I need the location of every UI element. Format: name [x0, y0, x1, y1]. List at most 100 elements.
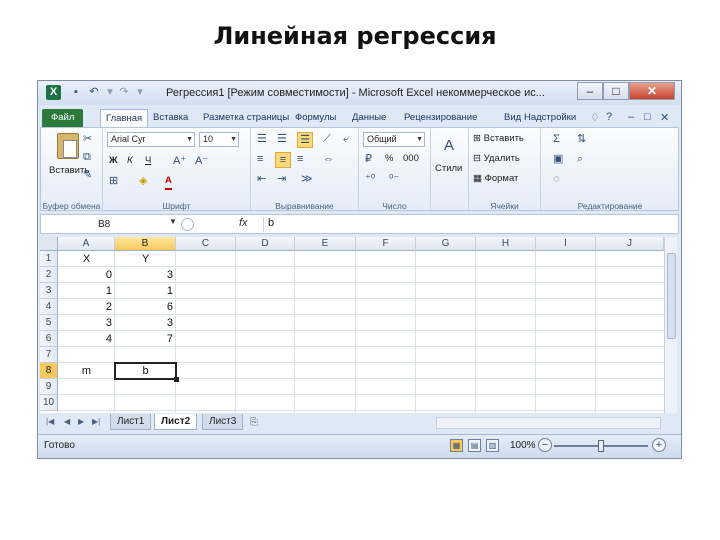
- cell-b6[interactable]: 7: [115, 331, 176, 347]
- orientation-icon[interactable]: ⟋: [323, 132, 331, 146]
- styles-button[interactable]: Стили: [435, 162, 462, 176]
- wrap-text-icon[interactable]: ⤶: [343, 132, 349, 146]
- column-header-e[interactable]: E: [295, 237, 356, 251]
- cell-a1[interactable]: X: [58, 251, 115, 267]
- thousands-button[interactable]: 000: [403, 152, 419, 166]
- currency-icon[interactable]: ₽: [365, 152, 372, 166]
- row-header-6[interactable]: 6: [40, 331, 58, 347]
- minimize-button[interactable]: –: [577, 82, 603, 100]
- row-header-9[interactable]: 9: [40, 379, 58, 395]
- zoom-slider-thumb[interactable]: [598, 440, 604, 452]
- redo-icon[interactable]: ↷: [118, 86, 130, 99]
- tab-view[interactable]: Вид: [504, 109, 521, 127]
- autosum-icon[interactable]: Σ: [553, 132, 560, 146]
- help-icon[interactable]: ?: [606, 111, 612, 123]
- cell-a3[interactable]: 1: [58, 283, 115, 299]
- shrink-font-icon[interactable]: A⁻: [195, 154, 208, 168]
- sheet-tab-3[interactable]: Лист3: [202, 414, 244, 430]
- row-header-3[interactable]: 3: [40, 283, 58, 299]
- sort-filter-icon[interactable]: ⇅: [577, 132, 586, 146]
- page-layout-view-icon[interactable]: ▤: [468, 439, 481, 452]
- undo-icon[interactable]: ↶: [88, 86, 100, 99]
- font-name-select[interactable]: Arial Cyr ▼: [107, 132, 195, 147]
- cell-b4[interactable]: 6: [115, 299, 176, 315]
- increase-indent-icon[interactable]: ⇥: [277, 172, 286, 186]
- fill-color-icon[interactable]: ◈: [139, 174, 147, 188]
- column-header-h[interactable]: H: [476, 237, 536, 251]
- active-cell-b8[interactable]: b: [114, 362, 177, 380]
- align-bottom-icon[interactable]: ☰: [297, 132, 313, 148]
- merge-center-icon[interactable]: ⇔: [323, 152, 334, 166]
- paste-icon[interactable]: [57, 133, 79, 159]
- cell-b2[interactable]: 3: [115, 267, 176, 283]
- tab-page-layout[interactable]: Разметка страницы: [203, 109, 289, 127]
- vertical-scrollbar[interactable]: [664, 237, 677, 413]
- tab-review[interactable]: Рецензирование: [404, 109, 477, 127]
- cut-icon[interactable]: ✂: [83, 132, 92, 146]
- tab-file[interactable]: Файл: [42, 109, 84, 127]
- column-header-a[interactable]: A: [58, 237, 115, 251]
- column-header-g[interactable]: G: [416, 237, 476, 251]
- next-sheet-icon[interactable]: ▶: [78, 417, 84, 426]
- row-header-7[interactable]: 7: [40, 347, 58, 363]
- column-header-j[interactable]: J: [596, 237, 664, 251]
- align-center-icon[interactable]: ≡: [275, 152, 291, 168]
- doc-minimize-icon[interactable]: –: [628, 111, 634, 123]
- row-header-1[interactable]: 1: [40, 251, 58, 267]
- tab-home[interactable]: Главная: [100, 109, 149, 127]
- sheet-tab-1[interactable]: Лист1: [110, 414, 152, 430]
- sheet-tab-2[interactable]: Лист2: [154, 414, 198, 430]
- customize-qat-icon[interactable]: ▾: [134, 86, 146, 99]
- bold-button[interactable]: Ж: [109, 154, 118, 168]
- cell-a2[interactable]: 0: [58, 267, 115, 283]
- insert-function-icon[interactable]: fx: [239, 217, 248, 229]
- cell-a6[interactable]: 4: [58, 331, 115, 347]
- align-top-icon[interactable]: ☰: [257, 132, 267, 146]
- fill-icon[interactable]: ▣: [553, 152, 563, 166]
- cell-a5[interactable]: 3: [58, 315, 115, 331]
- increase-decimal-icon[interactable]: ⁺⁰: [365, 172, 375, 186]
- chevron-down-icon[interactable]: ▾: [104, 86, 116, 99]
- cell-a4[interactable]: 2: [58, 299, 115, 315]
- cell-b3[interactable]: 1: [115, 283, 176, 299]
- chevron-down-icon[interactable]: ▼: [169, 217, 177, 226]
- zoom-in-icon[interactable]: +: [652, 438, 666, 452]
- prev-sheet-icon[interactable]: ◀: [64, 417, 70, 426]
- column-header-f[interactable]: F: [356, 237, 416, 251]
- doc-close-icon[interactable]: ✕: [660, 111, 669, 124]
- vertical-scroll-thumb[interactable]: [667, 253, 676, 339]
- row-header-4[interactable]: 4: [40, 299, 58, 315]
- fill-handle[interactable]: [174, 377, 179, 382]
- font-size-select[interactable]: 10 ▼: [199, 132, 239, 147]
- expand-name-icon[interactable]: [181, 218, 194, 231]
- zoom-out-icon[interactable]: −: [538, 438, 552, 452]
- zoom-slider[interactable]: [554, 440, 648, 452]
- copy-icon[interactable]: ⧉: [83, 150, 91, 164]
- maximize-button[interactable]: □: [603, 82, 629, 100]
- row-header-5[interactable]: 5: [40, 315, 58, 331]
- insert-sheet-icon[interactable]: ⎘: [250, 417, 258, 428]
- styles-icon[interactable]: A: [439, 136, 459, 156]
- italic-button[interactable]: К: [127, 154, 133, 168]
- font-color-button[interactable]: А: [165, 174, 172, 190]
- tab-insert[interactable]: Вставка: [153, 109, 188, 127]
- page-break-view-icon[interactable]: ▥: [486, 439, 499, 452]
- text-direction-icon[interactable]: ≫: [301, 172, 313, 186]
- align-right-icon[interactable]: ≡: [297, 152, 303, 166]
- align-middle-icon[interactable]: ☰: [277, 132, 287, 146]
- zoom-level[interactable]: 100%: [510, 440, 536, 451]
- delete-cells-button[interactable]: ⊟ Удалить: [473, 152, 520, 166]
- find-select-icon[interactable]: ⌕: [577, 152, 583, 166]
- formula-input[interactable]: b: [263, 217, 274, 232]
- save-icon[interactable]: ▪: [70, 86, 82, 99]
- column-header-b[interactable]: B: [115, 237, 176, 251]
- percent-button[interactable]: %: [385, 152, 393, 166]
- last-sheet-icon[interactable]: ▶|: [92, 417, 100, 426]
- close-button[interactable]: ✕: [629, 82, 675, 100]
- clear-icon[interactable]: ◌: [553, 172, 560, 186]
- tab-addins[interactable]: Надстройки: [524, 109, 576, 127]
- spreadsheet-grid[interactable]: A B C D E F G H I J 1 2 3 4 5 6 7 8 9 10: [40, 237, 664, 413]
- underline-button[interactable]: Ч: [145, 154, 151, 168]
- decrease-decimal-icon[interactable]: ⁰⁻: [389, 172, 399, 186]
- format-painter-icon[interactable]: ✎: [83, 168, 92, 182]
